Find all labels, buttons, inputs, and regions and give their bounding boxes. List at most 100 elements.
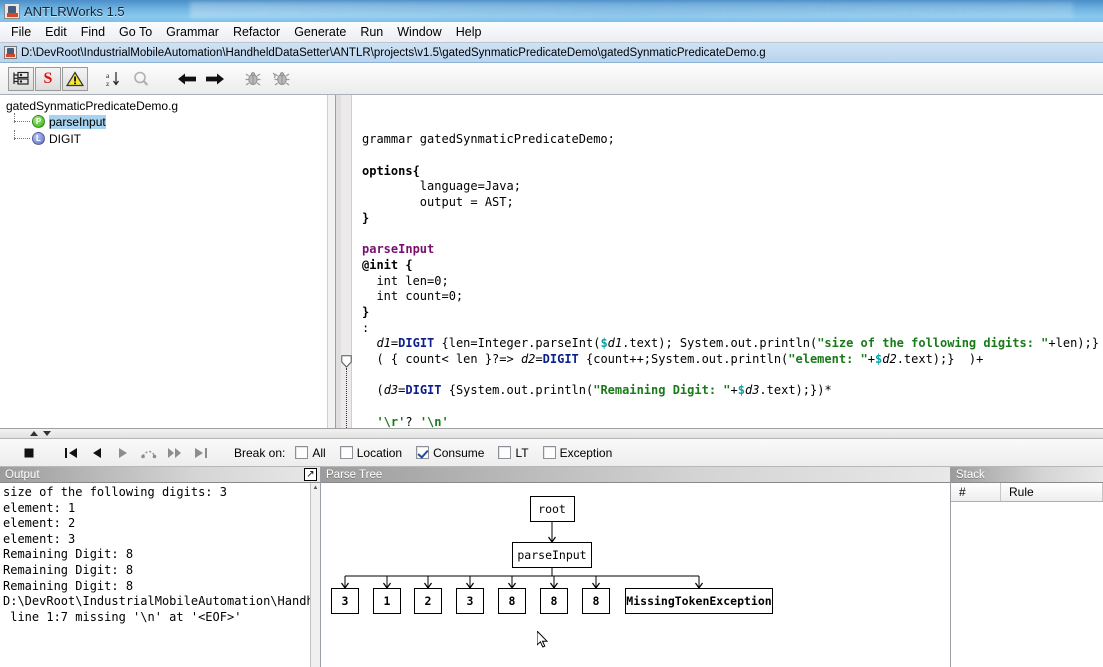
antlrworks-window: ANTLRWorks 1.5 File Edit Find Go To Gram… bbox=[0, 0, 1103, 667]
output-line: Remaining Digit: 8 bbox=[3, 579, 320, 595]
parse-tree-leaf-5[interactable]: 8 bbox=[540, 588, 568, 614]
menu-run[interactable]: Run bbox=[353, 23, 390, 41]
step-to-end-button[interactable] bbox=[188, 442, 214, 464]
parse-tree-leaf-3[interactable]: 3 bbox=[456, 588, 484, 614]
collapse-down-icon[interactable] bbox=[43, 431, 51, 436]
parse-tree-node-root[interactable]: root bbox=[530, 496, 575, 522]
code-line bbox=[362, 148, 1103, 164]
code-line: : bbox=[362, 321, 1103, 337]
step-over-button[interactable] bbox=[136, 442, 162, 464]
code-token: parseInput bbox=[362, 242, 434, 256]
debug-remote-bug-icon[interactable] bbox=[267, 67, 295, 91]
code-token: d2 bbox=[882, 352, 896, 366]
code-text[interactable]: grammar gatedSynmaticPredicateDemo; opti… bbox=[352, 95, 1103, 428]
menu-help[interactable]: Help bbox=[449, 23, 489, 41]
parse-tree-leaf-0[interactable]: 3 bbox=[331, 588, 359, 614]
horizontal-splitter[interactable] bbox=[0, 428, 1103, 439]
code-line: language=Java; bbox=[362, 179, 1103, 195]
checkbox-consume-box[interactable] bbox=[416, 446, 429, 459]
checkbox-exception-box[interactable] bbox=[543, 446, 556, 459]
menu-goto[interactable]: Go To bbox=[112, 23, 159, 41]
parse-tree-canvas[interactable]: rootparseInput3123888MissingTokenExcepti… bbox=[321, 483, 950, 667]
code-line: d1=DIGIT {len=Integer.parseInt($d1.text)… bbox=[362, 336, 1103, 352]
collapse-up-icon[interactable] bbox=[30, 431, 38, 436]
scroll-up-icon[interactable]: ▲ bbox=[311, 483, 320, 493]
code-token: "element: " bbox=[788, 352, 867, 366]
fold-marker-open[interactable] bbox=[341, 355, 352, 368]
tree-item-label-parseInput: parseInput bbox=[49, 115, 106, 129]
sort-alpha-icon[interactable]: a z bbox=[99, 67, 127, 91]
code-token: + bbox=[731, 383, 738, 397]
code-token: $ bbox=[738, 383, 745, 397]
step-to-start-button[interactable] bbox=[58, 442, 84, 464]
tree-item-DIGIT[interactable]: L DIGIT bbox=[0, 130, 335, 147]
back-arrow-icon[interactable] bbox=[173, 67, 201, 91]
parse-tree-leaf-6[interactable]: 8 bbox=[582, 588, 610, 614]
code-token: d3 bbox=[745, 383, 759, 397]
checkbox-all-box[interactable] bbox=[295, 446, 308, 459]
stack-panel-body[interactable]: # Rule bbox=[951, 483, 1103, 667]
play-button[interactable] bbox=[110, 442, 136, 464]
checkbox-all[interactable]: All bbox=[295, 446, 325, 460]
checkbox-all-label: All bbox=[312, 446, 325, 460]
stack-panel-header: Stack bbox=[951, 467, 1103, 483]
tree-item-parseInput[interactable]: P parseInput bbox=[0, 113, 335, 130]
menu-refactor[interactable]: Refactor bbox=[226, 23, 287, 41]
code-line: output = AST; bbox=[362, 195, 1103, 211]
checkbox-lt[interactable]: LT bbox=[498, 446, 528, 460]
parse-tree-leaf-2[interactable]: 2 bbox=[414, 588, 442, 614]
menu-find[interactable]: Find bbox=[74, 23, 112, 41]
code-token: ( { count< len }?=> bbox=[362, 352, 521, 366]
editor-fold-gutter[interactable] bbox=[341, 95, 352, 428]
search-icon[interactable] bbox=[127, 67, 155, 91]
document-path-bar: D:\DevRoot\IndustrialMobileAutomation\Ha… bbox=[0, 43, 1103, 63]
step-back-button[interactable] bbox=[84, 442, 110, 464]
code-token: : bbox=[362, 321, 369, 335]
checkbox-location-box[interactable] bbox=[340, 446, 353, 459]
syntax-diagram-icon[interactable]: S bbox=[35, 67, 61, 91]
output-panel-body[interactable]: size of the following digits: 3element: … bbox=[0, 483, 320, 667]
main-toolbar: S a z bbox=[0, 63, 1103, 95]
grammar-structure-icon[interactable] bbox=[8, 67, 34, 91]
maximize-icon[interactable]: ↗ bbox=[304, 468, 317, 481]
fast-forward-button[interactable] bbox=[162, 442, 188, 464]
code-line: int len=0; bbox=[362, 274, 1103, 290]
warning-icon[interactable] bbox=[62, 67, 88, 91]
break-on-label: Break on: bbox=[234, 446, 285, 460]
menu-window[interactable]: Window bbox=[390, 23, 448, 41]
debug-bug-icon[interactable] bbox=[239, 67, 267, 91]
code-token: {count++;System.out.println( bbox=[579, 352, 789, 366]
grammar-rules-tree[interactable]: gatedSynmaticPredicateDemo.g P parseInpu… bbox=[0, 95, 336, 428]
forward-arrow-icon[interactable] bbox=[201, 67, 229, 91]
lexer-rule-icon: L bbox=[32, 132, 45, 145]
parse-tree-node-rule[interactable]: parseInput bbox=[512, 542, 592, 568]
tree-item-label-DIGIT: DIGIT bbox=[49, 132, 81, 146]
code-token: + bbox=[868, 352, 875, 366]
menu-generate[interactable]: Generate bbox=[287, 23, 353, 41]
checkbox-exception-label: Exception bbox=[560, 446, 613, 460]
checkbox-lt-label: LT bbox=[515, 446, 528, 460]
output-scrollbar[interactable]: ▲ bbox=[310, 483, 320, 667]
checkbox-location[interactable]: Location bbox=[340, 446, 402, 460]
stop-button[interactable] bbox=[16, 442, 42, 464]
code-line: @init { bbox=[362, 258, 1103, 274]
checkbox-lt-box[interactable] bbox=[498, 446, 511, 459]
parse-tree-panel-header: Parse Tree bbox=[321, 467, 950, 483]
menu-file[interactable]: File bbox=[4, 23, 38, 41]
parse-tree-edges bbox=[321, 483, 950, 658]
parse-tree-leaf-4[interactable]: 8 bbox=[498, 588, 526, 614]
parse-tree-leaf-1[interactable]: 1 bbox=[373, 588, 401, 614]
output-line: D:\DevRoot\IndustrialMobileAutomation\Ha… bbox=[3, 594, 320, 610]
stack-column-rule: Rule bbox=[1001, 483, 1103, 501]
menu-bar: File Edit Find Go To Grammar Refactor Ge… bbox=[0, 22, 1103, 43]
stack-table-header: # Rule bbox=[951, 483, 1103, 502]
tree-scrollbar[interactable] bbox=[327, 95, 335, 428]
code-editor[interactable]: grammar gatedSynmaticPredicateDemo; opti… bbox=[336, 95, 1103, 428]
code-token: = bbox=[535, 352, 542, 366]
menu-grammar[interactable]: Grammar bbox=[159, 23, 226, 41]
menu-edit[interactable]: Edit bbox=[38, 23, 74, 41]
checkbox-exception[interactable]: Exception bbox=[543, 446, 613, 460]
checkbox-consume[interactable]: Consume bbox=[416, 446, 484, 460]
code-token: d2 bbox=[521, 352, 535, 366]
parse-tree-leaf-7[interactable]: MissingTokenException bbox=[625, 588, 773, 614]
